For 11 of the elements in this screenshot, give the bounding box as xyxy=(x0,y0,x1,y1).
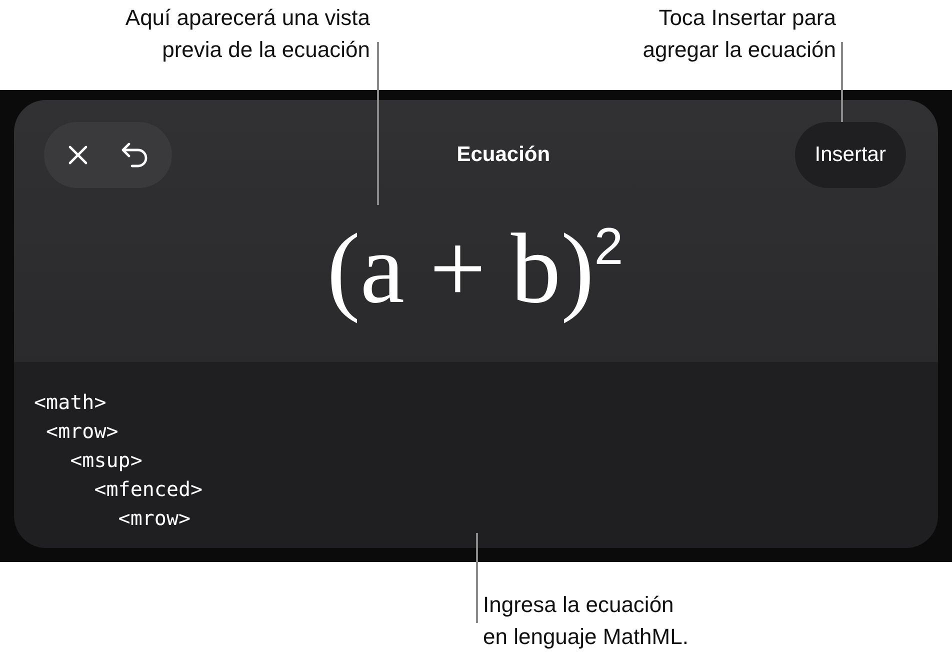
insert-button[interactable]: Insertar xyxy=(794,122,906,188)
close-button[interactable] xyxy=(66,143,90,167)
undo-button[interactable] xyxy=(120,141,150,169)
callout-text: Aquí aparecerá una vista previa de la ecuación xyxy=(125,4,370,64)
undo-icon xyxy=(120,141,150,169)
callout-text: Ingresa la ecuación en lenguaje MathML. xyxy=(483,591,688,651)
callout-text: Toca Insertar para agregar la ecuación xyxy=(642,4,836,64)
window-title: Ecuación xyxy=(456,143,550,167)
mathml-editor[interactable]: <math> <mrow> <msup> <mfenced> <mrow> xyxy=(14,362,938,548)
equation-preview: (a + b)$^{2}$ xyxy=(326,212,624,326)
close-icon xyxy=(66,143,90,167)
